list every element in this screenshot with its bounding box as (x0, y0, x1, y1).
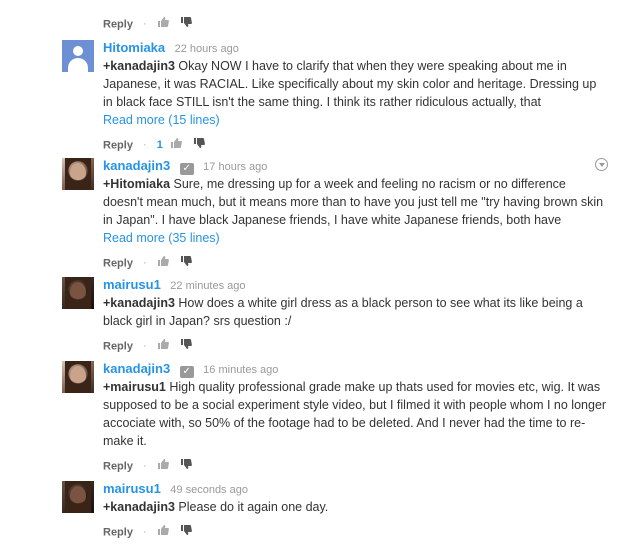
comment-text: +kanadajin3 Please do it again one day. (103, 498, 608, 516)
comment-text: +Hitomiaka Sure, me dressing up for a we… (103, 175, 608, 229)
author-link[interactable]: Hitomiaka (103, 40, 165, 55)
comment-actions: Reply · (103, 458, 608, 474)
comment-body: kanadajin3 ✓ 17 hours ago +Hitomiaka Sur… (103, 158, 608, 271)
avatar[interactable] (62, 361, 94, 393)
comment-text: +kanadajin3 How does a white girl dress … (103, 294, 608, 330)
thumbs-up-icon[interactable] (157, 458, 169, 475)
comment-text: +mairusu1 High quality professional grad… (103, 378, 608, 450)
comment-header: kanadajin3 ✓ 17 hours ago (103, 158, 608, 175)
timestamp[interactable]: 49 seconds ago (170, 484, 248, 496)
author-link[interactable]: kanadajin3 (103, 158, 170, 173)
comment-header: kanadajin3 ✓ 16 minutes ago (103, 361, 608, 378)
comment-actions: Reply · (103, 16, 200, 32)
timestamp[interactable]: 17 hours ago (203, 161, 267, 173)
comment-body: Hitomiaka 22 hours ago +kanadajin3 Okay … (103, 40, 608, 153)
comment-actions: Reply · (103, 524, 608, 540)
avatar[interactable] (62, 40, 94, 72)
separator: · (143, 460, 147, 473)
separator: · (143, 18, 147, 31)
read-more-link[interactable]: Read more (15 lines) (103, 111, 608, 129)
timestamp[interactable]: 22 minutes ago (170, 280, 245, 292)
comment-body: mairusu1 22 minutes ago +kanadajin3 How … (103, 277, 608, 354)
thumbs-up-icon[interactable] (157, 338, 169, 355)
separator: · (143, 139, 147, 152)
like-count: 1 (156, 139, 163, 152)
comment-header: Hitomiaka 22 hours ago (103, 40, 608, 56)
thumbs-down-icon[interactable] (180, 524, 192, 541)
comment-body: kanadajin3 ✓ 16 minutes ago +mairusu1 Hi… (103, 361, 608, 474)
avatar[interactable] (62, 481, 94, 513)
comment-text-body: Please do it again one day. (174, 500, 329, 514)
thumbs-up-icon[interactable] (157, 524, 169, 541)
comment-text-body: Okay NOW I have to clarify that when the… (103, 59, 597, 109)
separator: · (143, 526, 147, 539)
mention-link[interactable]: +kanadajin3 (103, 59, 175, 73)
reply-link[interactable]: Reply (103, 139, 133, 151)
author-link[interactable]: mairusu1 (103, 481, 161, 496)
reply-link[interactable]: Reply (103, 340, 133, 352)
comment-text-body: How does a white girl dress as a black p… (103, 296, 583, 328)
reply-link[interactable]: Reply (103, 460, 133, 472)
avatar[interactable] (62, 277, 94, 309)
comment-text-body: High quality professional grade make up … (103, 380, 607, 448)
reply-link[interactable]: Reply (103, 526, 133, 538)
default-user-icon (73, 46, 83, 56)
read-more-link[interactable]: Read more (35 lines) (103, 229, 608, 247)
comments-page: Reply · Hitomiaka 22 hours ago +kanadaji… (0, 0, 625, 555)
comment-header: mairusu1 22 minutes ago (103, 277, 608, 293)
separator: · (143, 340, 147, 353)
mention-link[interactable]: +kanadajin3 (103, 296, 175, 310)
comment-body: mairusu1 49 seconds ago +kanadajin3 Plea… (103, 481, 608, 540)
thumbs-down-icon[interactable] (180, 16, 192, 33)
thumbs-down-icon[interactable] (180, 458, 192, 475)
check-icon: ✓ (179, 163, 194, 175)
author-link[interactable]: mairusu1 (103, 277, 161, 292)
comment-actions: Reply · (103, 255, 608, 271)
mention-link[interactable]: +kanadajin3 (103, 500, 175, 514)
check-icon: ✓ (179, 366, 194, 378)
thumbs-up-icon[interactable] (170, 137, 182, 154)
mention-link[interactable]: +mairusu1 (103, 380, 166, 394)
timestamp[interactable]: 22 hours ago (175, 43, 239, 55)
thumbs-down-icon[interactable] (180, 255, 192, 272)
author-link[interactable]: kanadajin3 (103, 361, 170, 376)
reply-link[interactable]: Reply (103, 18, 133, 30)
chevron-down-icon[interactable] (595, 158, 608, 171)
thumbs-down-icon[interactable] (193, 137, 205, 154)
comment-text: +kanadajin3 Okay NOW I have to clarify t… (103, 57, 608, 111)
comment-text-body: Sure, me dressing up for a week and feel… (103, 177, 604, 227)
mention-link[interactable]: +Hitomiaka (103, 177, 170, 191)
reply-link[interactable]: Reply (103, 257, 133, 269)
comment-actions: Reply · 1 (103, 137, 608, 153)
thumbs-down-icon[interactable] (180, 338, 192, 355)
comment-actions: Reply · (103, 338, 608, 354)
timestamp[interactable]: 16 minutes ago (203, 364, 278, 376)
comment-header: mairusu1 49 seconds ago (103, 481, 608, 497)
avatar[interactable] (62, 158, 94, 190)
thumbs-up-icon[interactable] (157, 255, 169, 272)
separator: · (143, 257, 147, 270)
thumbs-up-icon[interactable] (157, 16, 169, 33)
